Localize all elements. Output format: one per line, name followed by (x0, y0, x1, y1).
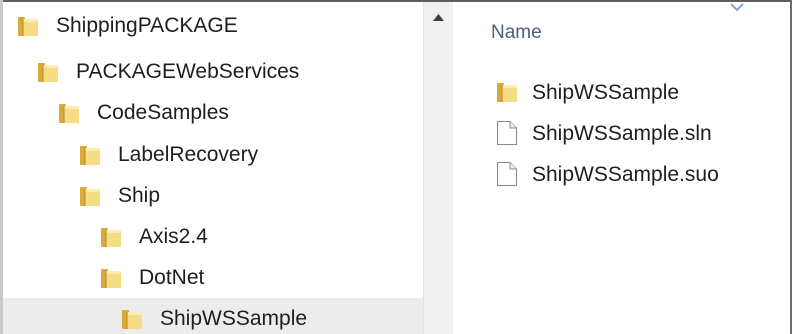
file-item-suo[interactable]: ShipWSSample.suo (453, 155, 790, 195)
document-icon (496, 161, 518, 187)
tree-item-shipwssample[interactable]: ShipWSSample (3, 298, 423, 334)
vertical-scrollbar[interactable] (423, 2, 453, 334)
tree-item-packagewebservices[interactable]: PACKAGEWebServices (3, 51, 423, 92)
column-header-name[interactable]: Name (491, 22, 542, 44)
tree-item-dotnet[interactable]: DotNet (3, 257, 423, 298)
tree-item-ship[interactable]: Ship (3, 175, 423, 216)
content-pane: Name ShipWSSample ShipWSSample.sln ShipW… (453, 2, 790, 334)
file-item-folder[interactable]: ShipWSSample (453, 73, 790, 113)
tree-item-label: Axis2.4 (139, 225, 208, 248)
tree-item-labelrecovery[interactable]: LabelRecovery (3, 134, 423, 175)
tree-item-label: ShippingPACKAGE (56, 14, 238, 37)
file-item-label: ShipWSSample.suo (532, 163, 719, 186)
folder-icon (100, 267, 122, 289)
scroll-up-arrow-icon (433, 14, 444, 21)
folder-icon (79, 144, 101, 166)
folder-icon (496, 79, 518, 105)
tree-item-axis[interactable]: Axis2.4 (3, 216, 423, 257)
navigation-pane: ShippingPACKAGE PACKAGEWebServices CodeS… (3, 2, 423, 334)
folder-icon (37, 61, 59, 83)
file-item-label: ShipWSSample (532, 81, 680, 104)
tree-item-shippingpackage[interactable]: ShippingPACKAGE (3, 5, 423, 46)
folder-icon (100, 226, 122, 248)
tree-item-label: CodeSamples (97, 101, 229, 124)
folder-icon (17, 15, 39, 37)
scroll-up-button[interactable] (424, 2, 453, 32)
tree-item-label: Ship (118, 184, 161, 207)
file-item-label: ShipWSSample.sln (532, 122, 712, 145)
tree-item-label: LabelRecovery (118, 143, 259, 166)
tree-item-codesamples[interactable]: CodeSamples (3, 92, 423, 133)
tree-item-label: ShipWSSample (160, 307, 308, 330)
sort-arrow-icon (730, 3, 744, 12)
document-icon (496, 120, 518, 146)
tree-item-label: PACKAGEWebServices (76, 60, 300, 83)
folder-icon (121, 308, 143, 330)
folder-icon (79, 185, 101, 207)
tree-item-label: DotNet (139, 266, 205, 289)
folder-icon (58, 102, 80, 124)
file-item-sln[interactable]: ShipWSSample.sln (453, 114, 790, 154)
explorer-window: ShippingPACKAGE PACKAGEWebServices CodeS… (0, 0, 792, 334)
